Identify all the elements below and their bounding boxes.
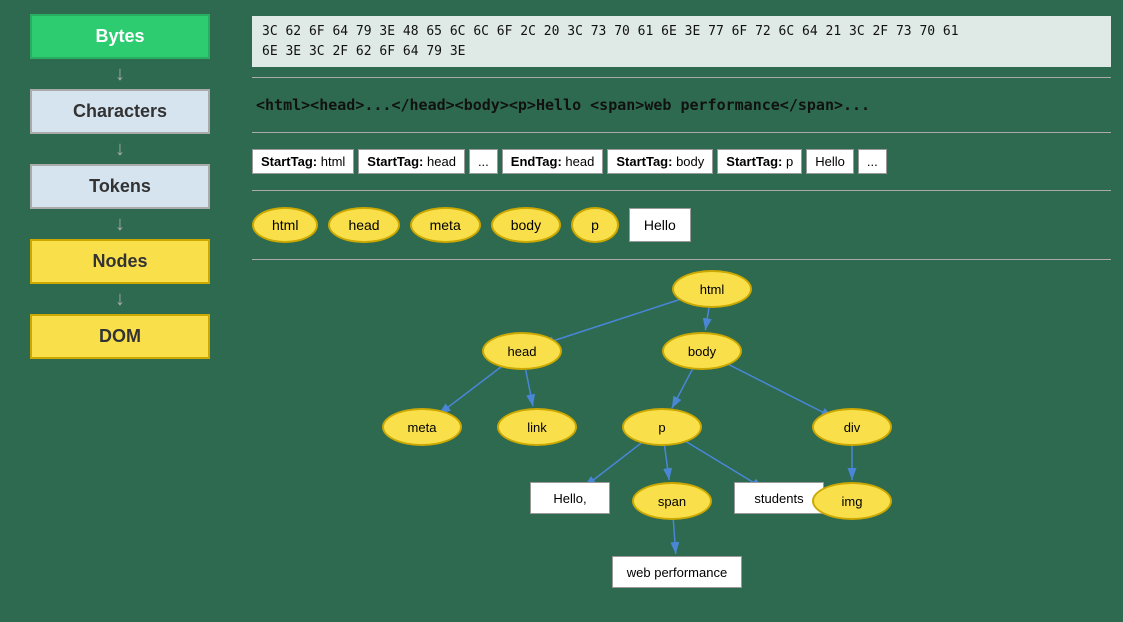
dom-tree: html head body meta link p div Hello, sp… [252, 260, 1111, 614]
dom-node-meta: meta [382, 408, 462, 446]
nodes-box: Nodes [30, 239, 210, 284]
node-hello-text: Hello [629, 208, 691, 242]
node-body: body [491, 207, 561, 243]
dom-section: html head body meta link p div Hello, sp… [252, 260, 1111, 614]
dom-node-html: html [672, 270, 752, 308]
dom-node-span: span [632, 482, 712, 520]
dom-node-body: body [662, 332, 742, 370]
token-startag-head: StartTag: head [358, 149, 465, 174]
main-container: Bytes ↓ Characters ↓ Tokens ↓ Nodes ↓ DO… [0, 0, 1123, 622]
tokens-box: Tokens [30, 164, 210, 209]
characters-text: <html><head>...</head><body><p>Hello <sp… [252, 86, 1111, 124]
dom-node-img: img [812, 482, 892, 520]
dom-node-web-performance: web performance [612, 556, 742, 588]
pipeline: Bytes ↓ Characters ↓ Tokens ↓ Nodes ↓ DO… [0, 0, 240, 622]
dom-node-link: link [497, 408, 577, 446]
tokens-row: StartTag: html StartTag: head ... EndTag… [252, 141, 1111, 182]
token-startag-p: StartTag: p [717, 149, 802, 174]
characters-section: <html><head>...</head><body><p>Hello <sp… [252, 78, 1111, 133]
dom-node-p: p [622, 408, 702, 446]
arrow-tokens-nodes: ↓ [115, 214, 125, 234]
tokens-section: StartTag: html StartTag: head ... EndTag… [252, 133, 1111, 191]
node-html: html [252, 207, 318, 243]
bytes-box: Bytes [30, 14, 210, 59]
nodes-label: Nodes [92, 251, 147, 272]
node-head: head [328, 207, 399, 243]
token-ellipsis-1: ... [469, 149, 498, 174]
content-area: 3C 62 6F 64 79 3E 48 65 6C 6C 6F 2C 20 3… [240, 0, 1123, 622]
token-hello: Hello [806, 149, 854, 174]
token-endtag-head: EndTag: head [502, 149, 604, 174]
token-ellipsis-2: ... [858, 149, 887, 174]
token-startag-body: StartTag: body [607, 149, 713, 174]
dom-label: DOM [99, 326, 141, 347]
bytes-label: Bytes [95, 26, 144, 47]
tokens-label: Tokens [89, 176, 151, 197]
arrow-bytes-characters: ↓ [115, 64, 125, 84]
token-startag-html: StartTag: html [252, 149, 354, 174]
dom-node-head: head [482, 332, 562, 370]
characters-label: Characters [73, 101, 167, 122]
dom-box: DOM [30, 314, 210, 359]
nodes-section: html head meta body p Hello [252, 191, 1111, 260]
dom-node-div: div [812, 408, 892, 446]
arrow-characters-tokens: ↓ [115, 139, 125, 159]
dom-node-hello-comma: Hello, [530, 482, 610, 514]
characters-box: Characters [30, 89, 210, 134]
bytes-section: 3C 62 6F 64 79 3E 48 65 6C 6C 6F 2C 20 3… [252, 8, 1111, 78]
node-p: p [571, 207, 619, 243]
bytes-text: 3C 62 6F 64 79 3E 48 65 6C 6C 6F 2C 20 3… [252, 16, 1111, 67]
arrow-nodes-dom: ↓ [115, 289, 125, 309]
node-meta: meta [410, 207, 481, 243]
dom-node-students: students [734, 482, 824, 514]
nodes-row: html head meta body p Hello [252, 199, 1111, 251]
